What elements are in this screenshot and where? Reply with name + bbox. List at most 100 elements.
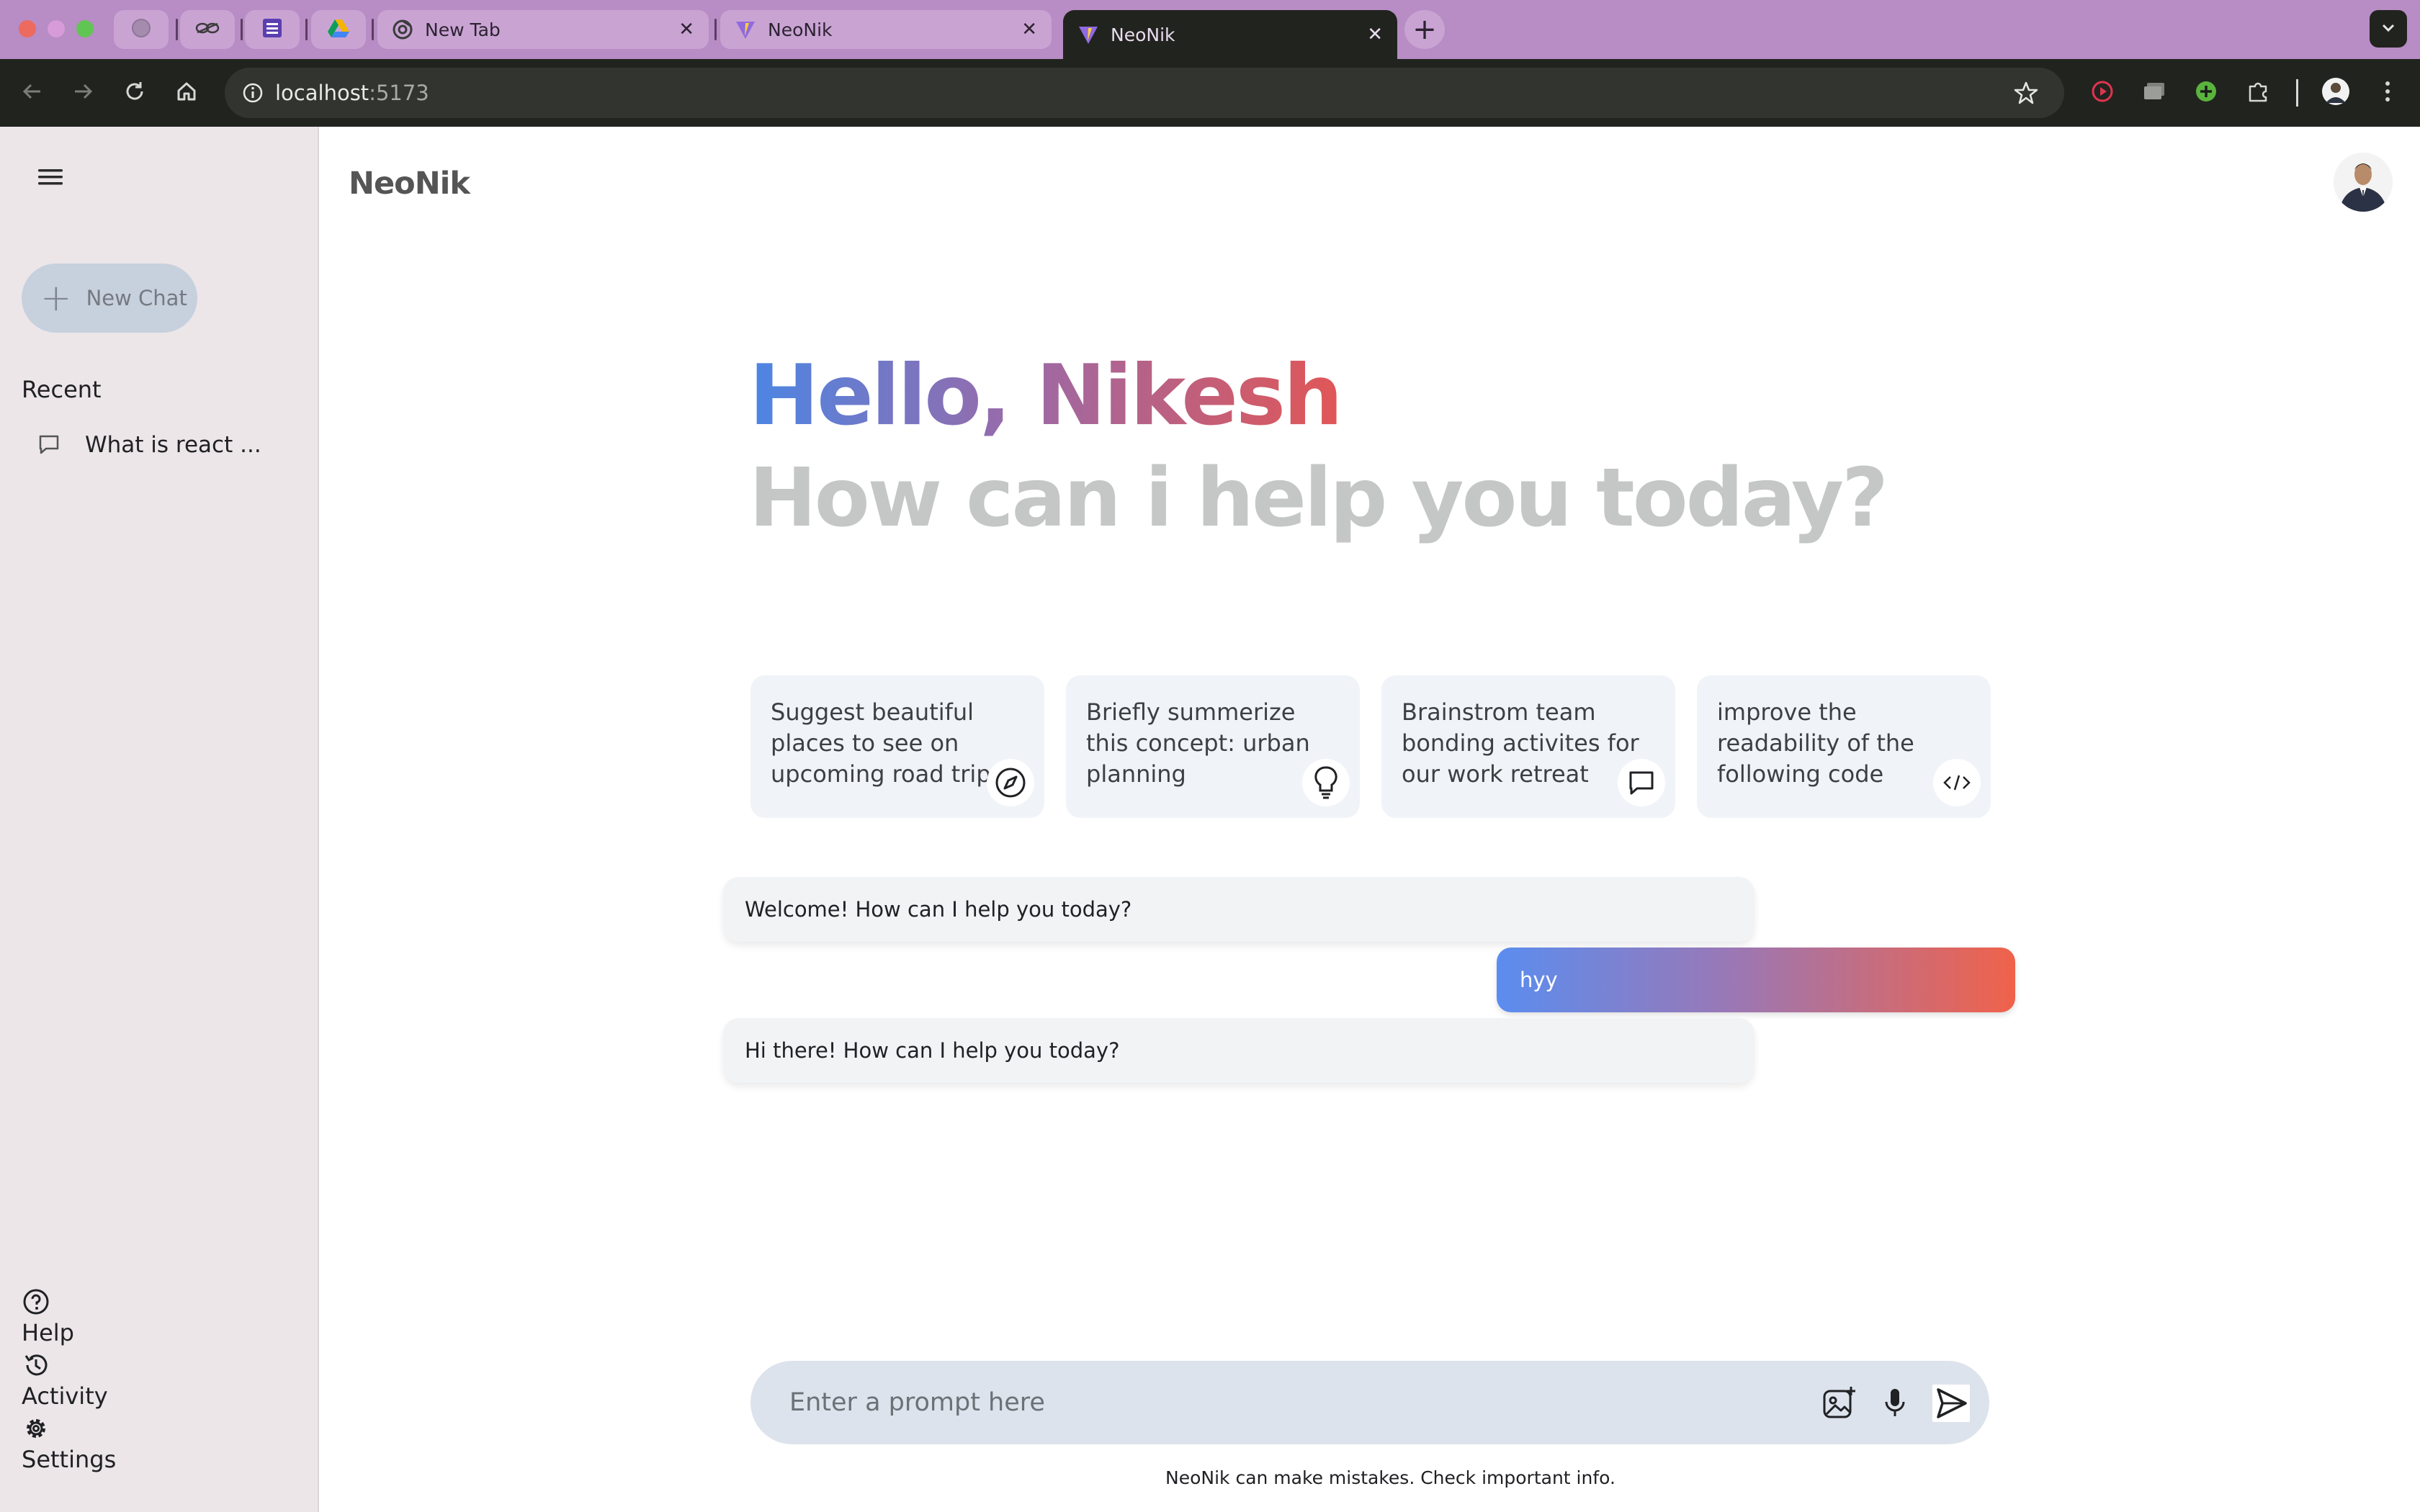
recent-chat-item[interactable]: What is react ...	[37, 432, 261, 458]
tab-neonik[interactable]: NeoNik ✕	[720, 10, 1052, 49]
browser-menu-button[interactable]	[2371, 76, 2404, 109]
reload-icon	[123, 80, 146, 106]
browser-toolbar: localhost:5173	[0, 59, 2420, 127]
card-text: improve the readability of the following…	[1717, 698, 1914, 788]
help-link[interactable]: Help	[22, 1319, 74, 1346]
prompt-input[interactable]	[789, 1381, 1798, 1424]
recent-chat-label: What is react ...	[85, 432, 261, 458]
link-icon	[194, 21, 220, 38]
pinned-tab-sheets[interactable]	[245, 10, 300, 49]
suggestion-card-urban-planning[interactable]: Briefly summerize this concept: urban pl…	[1066, 675, 1360, 818]
vite-icon	[1077, 24, 1099, 45]
tab-title: New Tab	[425, 19, 501, 40]
plus-icon: +	[1412, 13, 1437, 46]
compass-icon	[987, 759, 1034, 806]
settings-link[interactable]: Settings	[22, 1446, 116, 1473]
record-icon	[2090, 79, 2115, 107]
pinned-tab-globe[interactable]	[114, 10, 169, 49]
suggestion-card-road-trip[interactable]: Suggest beautiful places to see on upcom…	[750, 675, 1044, 818]
tab-separator	[372, 19, 374, 40]
message-icon	[37, 433, 62, 457]
toolbar-divider	[2296, 79, 2298, 107]
app-title: NeoNik	[349, 166, 470, 202]
hamburger-menu-icon	[38, 167, 63, 190]
extension-record-button[interactable]	[2086, 76, 2119, 109]
avatar[interactable]	[2334, 153, 2393, 212]
new-tab-button[interactable]: +	[1404, 10, 1445, 49]
address-bar[interactable]: localhost:5173	[225, 68, 2064, 118]
suggestion-card-code-readability[interactable]: improve the readability of the following…	[1697, 675, 1991, 818]
card-text: Brainstrom team bonding activites for ou…	[1402, 698, 1639, 788]
help-icon[interactable]	[22, 1287, 50, 1316]
plus-icon: +	[40, 276, 72, 320]
chrome-icon	[392, 19, 413, 40]
url-host: localhost	[275, 81, 369, 105]
extensions-button[interactable]	[2241, 76, 2275, 109]
forward-button[interactable]	[66, 76, 99, 109]
close-icon[interactable]: ✕	[1021, 19, 1037, 40]
drive-icon	[327, 18, 350, 41]
new-chat-label: New Chat	[86, 286, 187, 310]
tab-separator	[714, 19, 717, 40]
extension-add-button[interactable]	[2190, 76, 2223, 109]
sheets-icon	[261, 17, 283, 42]
window-maximize-button[interactable]	[76, 20, 94, 37]
browser-tab-bar: New Tab ✕ NeoNik ✕ NeoNik ✕ +	[0, 0, 2420, 59]
home-icon	[175, 80, 198, 106]
prompt-bar	[750, 1361, 1989, 1444]
close-icon[interactable]: ✕	[678, 19, 694, 40]
history-icon[interactable]	[22, 1351, 50, 1380]
recent-heading: Recent	[22, 376, 102, 403]
send-icon[interactable]	[1932, 1384, 1971, 1423]
window-icon	[2142, 81, 2166, 105]
arrow-left-icon	[21, 80, 44, 106]
card-text: Suggest beautiful places to see on upcom…	[771, 698, 991, 788]
sidebar-menu-button[interactable]	[33, 161, 68, 196]
activity-link[interactable]: Activity	[22, 1382, 108, 1410]
puzzle-icon	[2246, 79, 2270, 107]
info-icon[interactable]	[238, 78, 268, 108]
sidebar: + New Chat Recent What is react ... Help…	[0, 127, 319, 1512]
url-port: :5173	[369, 81, 429, 105]
tab-separator	[241, 19, 243, 40]
image-upload-icon[interactable]	[1819, 1384, 1858, 1423]
profile-avatar-icon	[2321, 77, 2350, 109]
suggestion-card-team-bonding[interactable]: Brainstrom team bonding activites for ou…	[1381, 675, 1675, 818]
tab-neonik-active[interactable]: NeoNik ✕	[1063, 10, 1397, 59]
more-vertical-icon	[2384, 79, 2391, 107]
reload-button[interactable]	[118, 76, 151, 109]
tab-title: NeoNik	[768, 19, 833, 40]
greeting-hello-text: Hello, Nikesh	[749, 347, 1343, 444]
close-icon[interactable]: ✕	[1367, 24, 1383, 45]
card-text: Briefly summerize this concept: urban pl…	[1086, 698, 1310, 788]
gear-icon[interactable]	[22, 1414, 50, 1443]
tab-search-button[interactable]	[2370, 10, 2407, 48]
bot-message: Hi there! How can I help you today?	[723, 1018, 1754, 1083]
pinned-tab-drive[interactable]	[311, 10, 366, 49]
bookmark-star-icon[interactable]	[2009, 76, 2043, 109]
greeting-subtitle: How can i help you today?	[749, 451, 1888, 545]
tab-separator	[176, 19, 178, 40]
plus-circle-icon	[2194, 79, 2218, 107]
new-chat-button[interactable]: + New Chat	[22, 264, 197, 333]
window-minimize-button[interactable]	[48, 20, 65, 37]
vite-icon	[735, 19, 756, 40]
code-icon	[1933, 759, 1981, 806]
greeting-hello: Hello, Nikesh	[749, 346, 1343, 446]
window-close-button[interactable]	[19, 20, 36, 37]
tab-new-tab[interactable]: New Tab ✕	[377, 10, 709, 49]
disclaimer-text: NeoNik can make mistakes. Check importan…	[1165, 1467, 1615, 1488]
back-button[interactable]	[16, 76, 49, 109]
bulb-icon	[1302, 759, 1350, 806]
user-message: hyy	[1497, 948, 2015, 1012]
microphone-icon[interactable]	[1876, 1384, 1914, 1423]
profile-button[interactable]	[2319, 76, 2352, 109]
bot-message: Welcome! How can I help you today?	[723, 877, 1754, 942]
arrow-right-icon	[71, 80, 94, 106]
tab-separator	[305, 19, 308, 40]
tab-title: NeoNik	[1111, 24, 1175, 45]
pinned-tab-link[interactable]	[180, 10, 235, 49]
message-icon	[1618, 759, 1665, 806]
extension-window-button[interactable]	[2138, 76, 2171, 109]
home-button[interactable]	[170, 76, 203, 109]
